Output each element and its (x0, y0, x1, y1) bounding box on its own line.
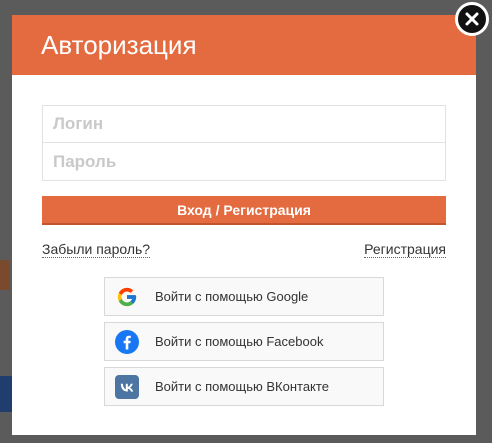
login-input[interactable] (42, 105, 446, 143)
modal-title: Авторизация (41, 29, 197, 60)
auth-modal: Авторизация Вход / Регистрация Забыли па… (12, 15, 476, 435)
google-login-button[interactable]: Войти с помощью Google (104, 277, 384, 316)
forgot-password-link[interactable]: Забыли пароль? (42, 241, 151, 258)
auth-links: Забыли пароль? Регистрация (42, 241, 446, 258)
close-button[interactable] (455, 2, 489, 36)
facebook-login-button[interactable]: Войти с помощью Facebook (104, 322, 384, 361)
password-input[interactable] (42, 143, 446, 181)
close-icon (465, 12, 479, 26)
vk-login-button[interactable]: Войти с помощью ВКонтакте (104, 367, 384, 406)
facebook-icon (115, 329, 139, 354)
login-form (42, 105, 446, 181)
register-link[interactable]: Регистрация (364, 241, 446, 258)
background-element (0, 260, 10, 290)
google-login-label: Войти с помощью Google (155, 289, 309, 304)
background-element (0, 376, 12, 412)
login-register-button[interactable]: Вход / Регистрация (42, 196, 446, 225)
vk-icon (115, 374, 139, 399)
facebook-login-label: Войти с помощью Facebook (155, 334, 324, 349)
modal-header: Авторизация (12, 15, 476, 75)
vk-login-label: Войти с помощью ВКонтакте (155, 379, 329, 394)
google-icon (115, 285, 139, 309)
